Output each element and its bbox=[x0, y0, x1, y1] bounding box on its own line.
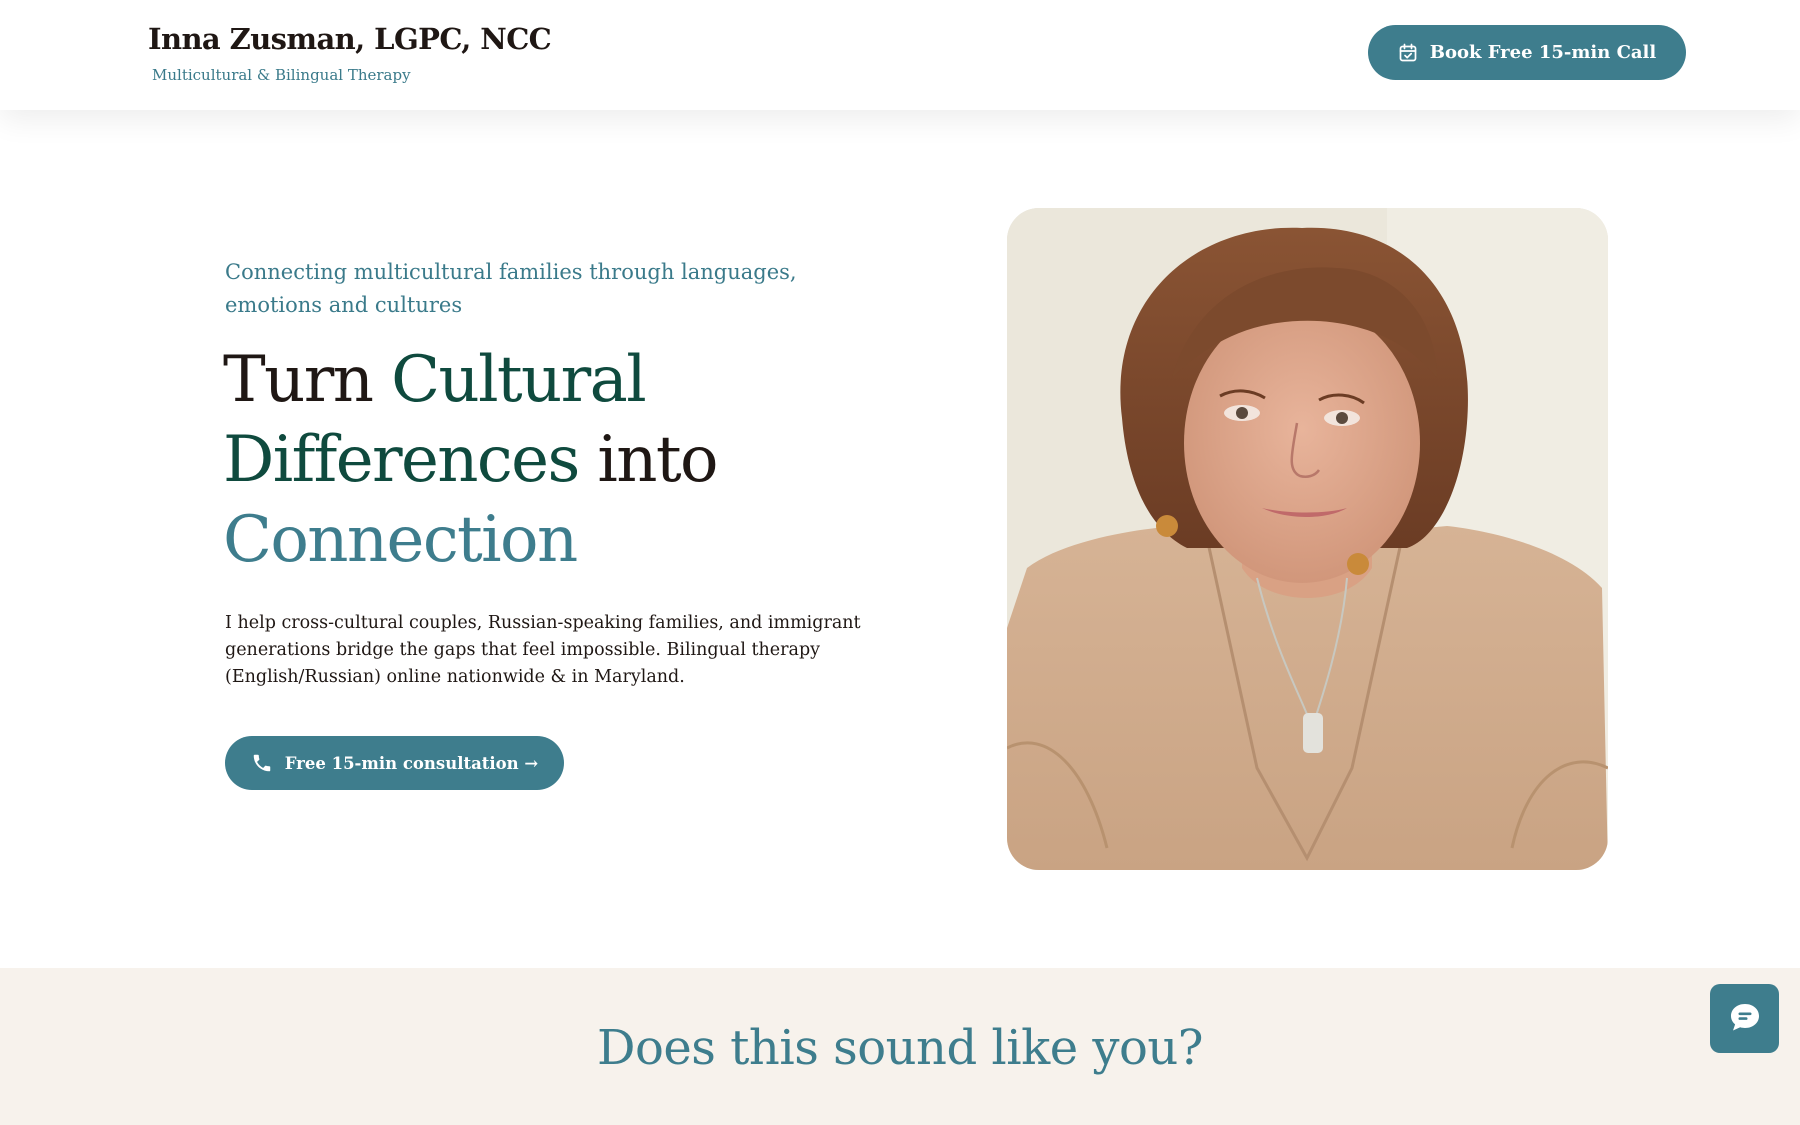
does-this-sound-like-you-section: Does this sound like you? bbox=[0, 968, 1800, 1125]
chat-bubble-icon bbox=[1729, 1002, 1761, 1035]
hero-title: Turn Cultural Differences into Connectio… bbox=[223, 340, 923, 580]
free-consultation-button[interactable]: Free 15-min consultation → bbox=[225, 736, 564, 790]
hero-description: I help cross-cultural couples, Russian-s… bbox=[225, 613, 861, 687]
hero-title-part-1: Turn bbox=[223, 343, 392, 417]
free-consultation-label: Free 15-min consultation → bbox=[284, 753, 539, 773]
phone-icon bbox=[251, 752, 273, 774]
book-call-button[interactable]: Book Free 15-min Call bbox=[1368, 25, 1686, 80]
therapist-portrait bbox=[1007, 208, 1608, 870]
book-call-label: Book Free 15-min Call bbox=[1429, 42, 1657, 63]
site-header: Inna Zusman, LGPC, NCC Multicultural & B… bbox=[0, 0, 1800, 110]
chat-button[interactable] bbox=[1710, 984, 1779, 1053]
hero-title-part-3: into bbox=[578, 423, 718, 497]
brand-tagline: Multicultural & Bilingual Therapy bbox=[152, 66, 411, 84]
hero-title-part-4: Connection bbox=[223, 503, 578, 577]
hero-eyebrow: Connecting multicultural families throug… bbox=[225, 260, 797, 317]
calendar-check-icon bbox=[1398, 43, 1418, 63]
brand-name[interactable]: Inna Zusman, LGPC, NCC bbox=[148, 22, 552, 56]
section-title: Does this sound like you? bbox=[596, 1020, 1204, 1076]
